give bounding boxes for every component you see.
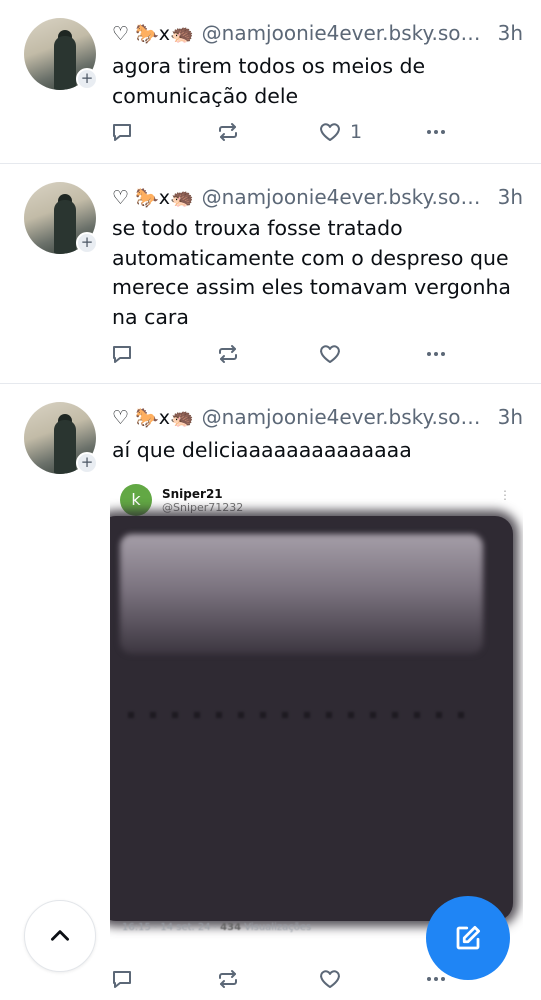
post-text-line: automaticamente com o despreso que (112, 245, 509, 270)
more-icon (427, 352, 445, 356)
post-actions (110, 964, 445, 994)
like-count: 1 (350, 121, 363, 143)
post-header: ♡ 🐎x🦔 @namjoonie4ever.bsky.soci… 3h (112, 18, 523, 48)
like-button[interactable]: 1 (318, 117, 362, 147)
author-handle[interactable]: @namjoonie4ever.bsky.soci… (202, 21, 490, 45)
heart-icon (320, 123, 340, 141)
compose-button[interactable] (426, 896, 510, 980)
like-button[interactable] (318, 964, 350, 994)
post-header: ♡ 🐎x🦔 @namjoonie4ever.bsky.soci… 3h (112, 182, 523, 212)
post-actions: 1 (110, 117, 445, 147)
embed-avatar: k (120, 484, 152, 516)
more-button[interactable] (424, 339, 448, 369)
follow-plus-icon[interactable]: + (76, 232, 98, 254)
repost-button[interactable] (216, 964, 240, 994)
embedded-image[interactable]: k Sniper21 @Sniper71232 ⋮ 16:15 · 14 set… (110, 478, 523, 958)
repost-icon (219, 345, 237, 363)
post-text: aí que deliciaaaaaaaaaaaaaa (112, 436, 521, 466)
reply-icon (113, 346, 131, 363)
reply-icon (113, 971, 131, 988)
post-actions (110, 339, 445, 369)
reply-button[interactable] (110, 117, 134, 147)
repost-button[interactable] (216, 117, 240, 147)
repost-icon (219, 123, 237, 141)
repost-icon (219, 970, 237, 988)
post-time[interactable]: 3h (498, 185, 523, 209)
post-text: agora tirem todos os meios de comunicaçã… (112, 52, 521, 111)
embed-more-icon: ⋮ (499, 488, 511, 502)
embed-header: k Sniper21 @Sniper71232 (120, 482, 243, 518)
compose-icon (456, 926, 480, 950)
display-name[interactable]: ♡ 🐎x🦔 (112, 22, 194, 45)
post[interactable]: + ♡ 🐎x🦔 @namjoonie4ever.bsky.soci… 3h ag… (0, 0, 541, 164)
display-name[interactable]: ♡ 🐎x🦔 (112, 406, 194, 429)
author-handle[interactable]: @namjoonie4ever.bsky.soci… (202, 405, 490, 429)
embed-footer-views: 434 (220, 922, 242, 933)
embed-display-name: Sniper21 (162, 486, 223, 501)
embed-username: @Sniper71232 (162, 500, 244, 514)
post-text-line: na cara (112, 304, 189, 329)
reply-button[interactable] (110, 964, 134, 994)
display-name[interactable]: ♡ 🐎x🦔 (112, 186, 194, 209)
post-text-line: se todo trouxa fosse tratado (112, 216, 403, 240)
post-time[interactable]: 3h (498, 21, 523, 45)
heart-icon (320, 970, 340, 988)
post-text-line: merece assim eles tomavam vergonha (112, 275, 511, 299)
repost-button[interactable] (216, 339, 240, 369)
scroll-to-top-button[interactable] (24, 900, 96, 972)
censored-overlay (110, 516, 513, 921)
post-text-line: aí que deliciaaaaaaaaaaaaaa (112, 438, 412, 462)
embed-footer-time: 16:15 · 14 set. 24 · (122, 922, 217, 933)
post-text: se todo trouxa fosse tratado automaticam… (112, 214, 521, 332)
post-header: ♡ 🐎x🦔 @namjoonie4ever.bsky.soci… 3h (112, 402, 523, 432)
follow-plus-icon[interactable]: + (76, 452, 98, 474)
follow-plus-icon[interactable]: + (76, 68, 98, 90)
embed-footer-views-label: Visualizações (244, 922, 312, 933)
reply-icon (113, 124, 131, 141)
chevron-up-icon (51, 930, 69, 941)
blurred-row (128, 712, 468, 718)
heart-icon (320, 345, 340, 363)
embed-footer: 16:15 · 14 set. 24 · 434 Visualizações (122, 922, 311, 933)
post[interactable]: + ♡ 🐎x🦔 @namjoonie4ever.bsky.soci… 3h se… (0, 164, 541, 384)
more-icon (427, 130, 445, 134)
post-text-line: comunicação dele (112, 83, 299, 108)
more-button[interactable] (424, 117, 448, 147)
blurred-image (120, 534, 483, 654)
post-text-line: agora tirem todos os meios de (112, 54, 426, 78)
post-time[interactable]: 3h (498, 405, 523, 429)
author-handle[interactable]: @namjoonie4ever.bsky.soci… (202, 185, 490, 209)
like-button[interactable] (318, 339, 350, 369)
reply-button[interactable] (110, 339, 134, 369)
